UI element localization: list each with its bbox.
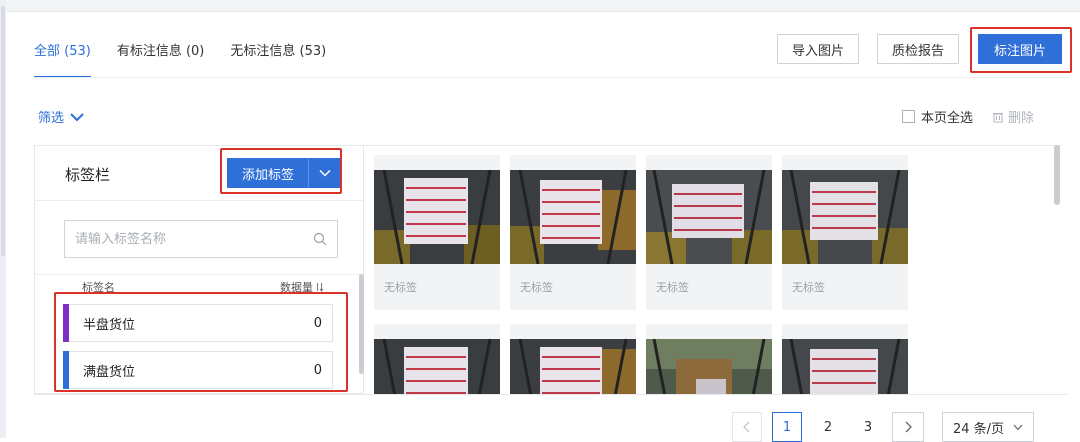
content-bottom-border [34,394,1068,395]
left-scroll-rail [0,0,6,438]
image-caption: 无标签 [792,281,825,294]
label-search-input[interactable] [75,231,313,247]
tab-bar: 全部 (53) 有标注信息 (0) 无标注信息 (53) [34,40,326,78]
annotate-images-button[interactable]: 标注图片 [978,34,1062,64]
chevron-down-icon [1013,424,1023,430]
chevron-down-icon [70,112,84,121]
image-card[interactable]: 无标签 [510,155,636,310]
filter-toggle[interactable]: 筛选 [38,107,84,126]
image-caption: 无标签 [656,281,689,294]
image-card[interactable]: 无标签 [646,155,772,310]
image-card[interactable] [782,324,908,394]
image-card[interactable]: 无标签 [374,155,500,310]
select-all-label: 本页全选 [921,111,974,126]
image-thumbnail [646,339,772,394]
image-caption: 无标签 [384,281,417,294]
chevron-left-icon [743,421,750,433]
select-all-page[interactable]: 本页全选 [902,107,973,126]
image-thumbnail [374,170,500,264]
trash-icon [993,112,1003,122]
highlight-add-label [220,148,342,194]
image-thumbnail [374,339,500,394]
label-search-box [64,220,338,258]
image-thumbnail [510,170,636,264]
image-caption: 无标签 [520,281,553,294]
delete-label: 删除 [1008,111,1035,126]
image-thumbnail [510,339,636,394]
import-images-button[interactable]: 导入图片 [777,34,859,64]
tabs-divider [34,77,1068,78]
qc-report-button[interactable]: 质检报告 [877,34,959,64]
image-card[interactable]: 无标签 [782,155,908,310]
highlight-label-list [54,292,348,392]
image-grid: 无标签 无标签 无标签 无标签 [364,145,1062,394]
panel-divider-2 [35,274,363,275]
image-grid-scrollbar[interactable] [1054,145,1060,205]
tab-unannotated[interactable]: 无标注信息 (53) [230,40,326,78]
tab-annotated[interactable]: 有标注信息 (0) [117,40,205,78]
search-icon[interactable] [313,232,327,246]
label-panel-title: 标签栏 [65,166,111,184]
image-thumbnail [782,170,908,264]
page-size-value: 24 条/页 [953,421,1005,437]
image-card[interactable] [374,324,500,394]
filter-label: 筛选 [38,111,65,126]
delete-button[interactable]: 删除 [992,107,1034,126]
panel-divider [35,200,363,201]
chevron-right-icon [905,421,912,433]
image-card[interactable] [646,324,772,394]
image-card[interactable] [510,324,636,394]
sort-icon [317,283,324,292]
select-all-checkbox[interactable] [902,110,915,123]
tab-all[interactable]: 全部 (53) [34,40,91,78]
top-strip [6,0,1080,12]
image-thumbnail [646,170,772,264]
image-thumbnail [782,339,908,394]
